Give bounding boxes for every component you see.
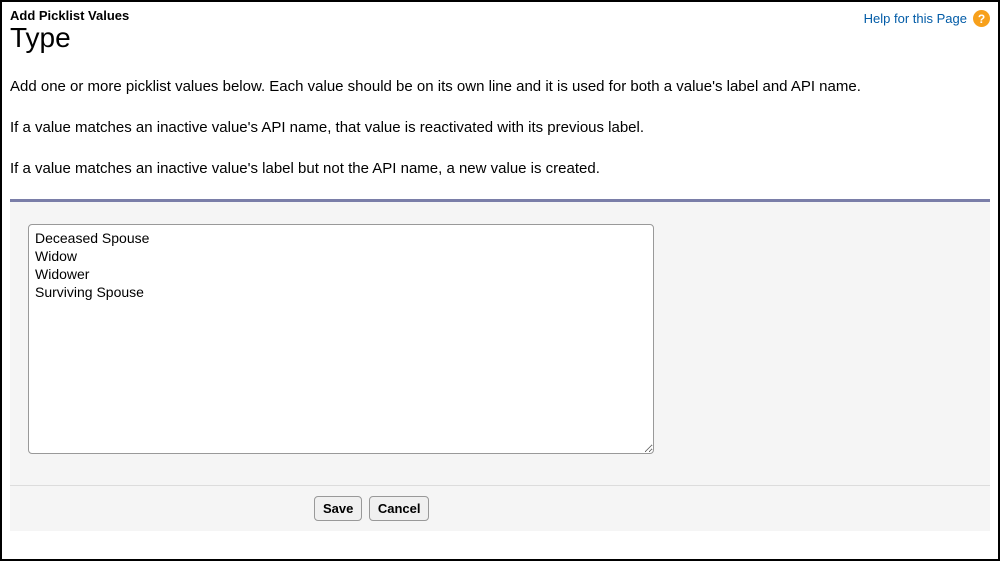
- instruction-line-2: If a value matches an inactive value's A…: [10, 117, 990, 138]
- header-row: Add Picklist Values Type Help for this P…: [10, 8, 990, 54]
- cancel-button[interactable]: Cancel: [369, 496, 430, 521]
- instructions-block: Add one or more picklist values below. E…: [10, 76, 990, 179]
- save-button[interactable]: Save: [314, 496, 362, 521]
- page-subtitle: Add Picklist Values: [10, 8, 129, 23]
- help-link[interactable]: Help for this Page: [864, 11, 967, 26]
- picklist-values-textarea[interactable]: [28, 224, 654, 454]
- page-container: Add Picklist Values Type Help for this P…: [0, 0, 1000, 561]
- help-icon[interactable]: ?: [973, 10, 990, 27]
- form-section: [10, 199, 990, 485]
- instruction-line-3: If a value matches an inactive value's l…: [10, 158, 990, 179]
- button-row: Save Cancel: [10, 485, 990, 531]
- instruction-line-1: Add one or more picklist values below. E…: [10, 76, 990, 97]
- header-left: Add Picklist Values Type: [10, 8, 129, 54]
- help-link-container: Help for this Page ?: [864, 10, 990, 27]
- page-title: Type: [10, 23, 129, 54]
